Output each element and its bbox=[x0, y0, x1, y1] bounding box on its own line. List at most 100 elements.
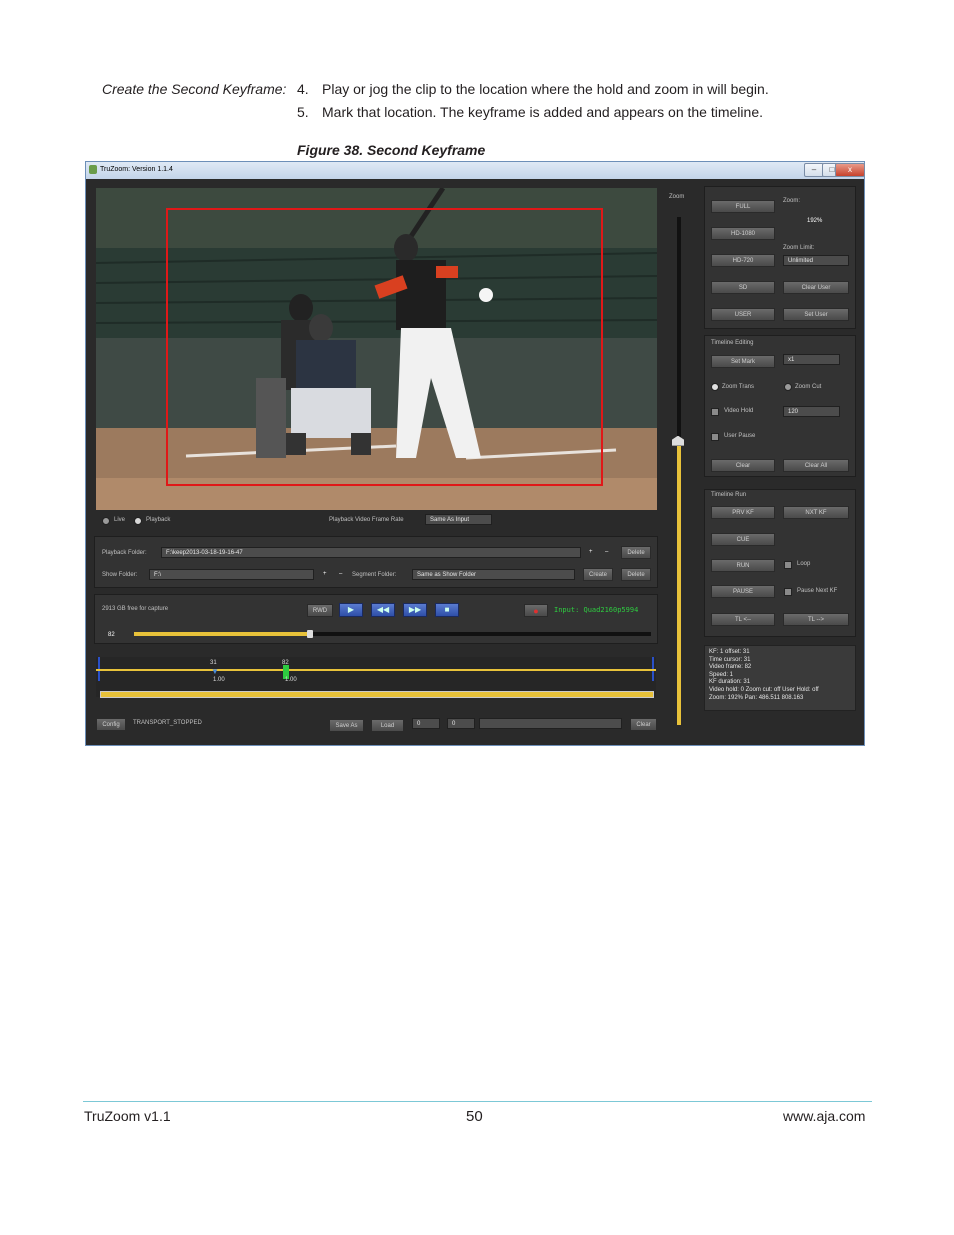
input-format-text: Input: Quad2160p5994 bbox=[554, 606, 639, 614]
segment-folder-select[interactable]: Same as Show Folder bbox=[412, 569, 575, 580]
timeline-track bbox=[96, 669, 656, 671]
tl-forward-button[interactable]: TL --> bbox=[783, 613, 849, 626]
create-button[interactable]: Create bbox=[583, 568, 613, 581]
show-folder-select[interactable]: F:\ bbox=[149, 569, 314, 580]
app-icon bbox=[89, 165, 97, 174]
video-hold-label: Video Hold bbox=[724, 408, 754, 414]
live-radio[interactable] bbox=[102, 517, 110, 525]
pause-next-kf-checkbox[interactable] bbox=[784, 588, 792, 596]
title-bar: TruZoom: Version 1.1.4 – □ x bbox=[86, 162, 865, 179]
video-hold-input[interactable]: 120 bbox=[783, 406, 840, 417]
user-pause-label: User Pause bbox=[724, 433, 756, 439]
transport-status: TRANSPORT_STOPPED bbox=[133, 720, 202, 726]
step-text: Mark that location. The keyframe is adde… bbox=[322, 104, 763, 120]
save-as-button[interactable]: Save As bbox=[329, 719, 364, 732]
info-line: Video hold: 0 Zoom cut: off User Hold: o… bbox=[709, 686, 819, 693]
set-user-button[interactable]: Set User bbox=[783, 308, 849, 321]
zoom-slider-track[interactable] bbox=[672, 217, 684, 725]
frame-rate-select[interactable]: Same As Input bbox=[425, 514, 492, 525]
stop-icon[interactable]: ■ bbox=[435, 603, 459, 617]
zoom-limit-label: Zoom Limit: bbox=[783, 245, 815, 251]
playback-folder-label: Playback Folder: bbox=[102, 550, 147, 556]
hd1080-preset-button[interactable]: HD-1080 bbox=[711, 227, 775, 240]
jog-slider-track[interactable] bbox=[134, 630, 651, 638]
multiplier-select[interactable]: x1 bbox=[783, 354, 840, 365]
cue-button[interactable]: CUE bbox=[711, 533, 775, 546]
config-button[interactable]: Config bbox=[96, 718, 126, 731]
delete-playback-button[interactable]: Delete bbox=[621, 546, 651, 559]
segment-folder-label: Segment Folder: bbox=[352, 572, 397, 578]
minimize-button[interactable]: – bbox=[804, 163, 824, 177]
footer-website[interactable]: www.aja.com bbox=[783, 1108, 865, 1124]
remove-show-folder-button[interactable]: – bbox=[339, 571, 342, 577]
hd720-preset-button[interactable]: HD-720 bbox=[711, 254, 775, 267]
record-icon[interactable]: ● bbox=[524, 604, 548, 617]
clear-mark-button[interactable]: Clear bbox=[711, 459, 775, 472]
info-line: Time cursor: 31 bbox=[709, 656, 751, 663]
blank-field[interactable] bbox=[479, 718, 622, 729]
clear-all-button[interactable]: Clear All bbox=[783, 459, 849, 472]
user-pause-checkbox[interactable] bbox=[711, 433, 719, 441]
play-icon[interactable]: ▶ bbox=[339, 603, 363, 617]
playback-radio[interactable] bbox=[134, 517, 142, 525]
value-spinner-2[interactable]: 0 bbox=[447, 718, 475, 729]
close-button[interactable]: x bbox=[835, 163, 865, 177]
user-preset-button[interactable]: USER bbox=[711, 308, 775, 321]
clear-bottom-button[interactable]: Clear bbox=[630, 718, 657, 731]
remove-playback-folder-button[interactable]: – bbox=[605, 549, 608, 555]
zoom-limit-select[interactable]: Unlimited bbox=[783, 255, 849, 266]
frame-number: 82 bbox=[108, 632, 115, 638]
pause-next-kf-label: Pause Next KF bbox=[797, 588, 838, 594]
nxt-kf-button[interactable]: NXT KF bbox=[783, 506, 849, 519]
clear-user-button[interactable]: Clear User bbox=[783, 281, 849, 294]
figure-caption: Figure 38. Second Keyframe bbox=[297, 142, 486, 158]
step-5: 5. Mark that location. The keyframe is ad… bbox=[297, 104, 763, 120]
zoom-value-label: Zoom: bbox=[783, 198, 801, 204]
step-heading: Create the Second Keyframe: bbox=[102, 81, 287, 97]
pause-button[interactable]: PAUSE bbox=[711, 585, 775, 598]
tl-back-button[interactable]: TL <-- bbox=[711, 613, 775, 626]
keyframe-1-marker[interactable]: ▼ bbox=[211, 667, 219, 676]
info-line: Zoom: 192% Pan: 486.511 808.163 bbox=[709, 694, 804, 701]
footer-product: TruZoom v1.1 bbox=[84, 1108, 171, 1124]
full-preset-button[interactable]: FULL bbox=[711, 200, 775, 213]
loop-checkbox[interactable] bbox=[784, 561, 792, 569]
zoom-slider-label: Zoom bbox=[669, 194, 685, 200]
folders-panel bbox=[94, 536, 658, 588]
sd-preset-button[interactable]: SD bbox=[711, 281, 775, 294]
info-line: KF duration: 31 bbox=[709, 679, 751, 686]
value-spinner-1[interactable]: 0 bbox=[412, 718, 440, 729]
free-space-text: 2913 GB free for capture bbox=[102, 606, 169, 612]
rwd-button[interactable]: RWD bbox=[307, 604, 333, 617]
baseball-scene bbox=[96, 188, 657, 510]
set-mark-button[interactable]: Set Mark bbox=[711, 355, 775, 368]
add-show-folder-button[interactable]: + bbox=[323, 571, 327, 577]
footer-rule bbox=[83, 1101, 872, 1102]
info-line: Speed: 1 bbox=[709, 671, 734, 678]
step-forward-icon[interactable]: ▶▶ bbox=[403, 603, 427, 617]
zoom-slider-thumb[interactable] bbox=[672, 435, 684, 446]
video-hold-checkbox[interactable] bbox=[711, 408, 719, 416]
zoom-slider-fill bbox=[677, 445, 681, 725]
run-button[interactable]: RUN bbox=[711, 559, 775, 572]
transport-panel bbox=[94, 594, 658, 644]
live-label: Live bbox=[114, 517, 126, 523]
prv-kf-button[interactable]: PRV KF bbox=[711, 506, 775, 519]
load-button[interactable]: Load bbox=[371, 719, 404, 732]
zoom-cut-radio[interactable] bbox=[784, 383, 792, 391]
timeline-range-bar[interactable] bbox=[100, 691, 654, 698]
show-folder-label: Show Folder: bbox=[102, 572, 138, 578]
loop-label: Loop bbox=[797, 561, 811, 567]
keyframe-1-speed: 1.00 bbox=[213, 677, 225, 683]
window-title: TruZoom: Version 1.1.4 bbox=[100, 166, 173, 173]
playback-folder-select[interactable]: F:\keep2013-03-18-19-16-47 bbox=[161, 547, 581, 558]
zoom-value: 192% bbox=[807, 218, 823, 224]
jog-slider-thumb[interactable] bbox=[306, 630, 313, 638]
zoom-trans-radio[interactable] bbox=[711, 383, 719, 391]
info-line: KF: 1 offset: 31 bbox=[709, 649, 750, 655]
video-preview[interactable] bbox=[96, 188, 657, 510]
timeline-run-title: Timeline Run bbox=[711, 492, 747, 498]
add-playback-folder-button[interactable]: + bbox=[589, 549, 593, 555]
step-back-icon[interactable]: ◀◀ bbox=[371, 603, 395, 617]
delete-segment-button[interactable]: Delete bbox=[621, 568, 651, 581]
